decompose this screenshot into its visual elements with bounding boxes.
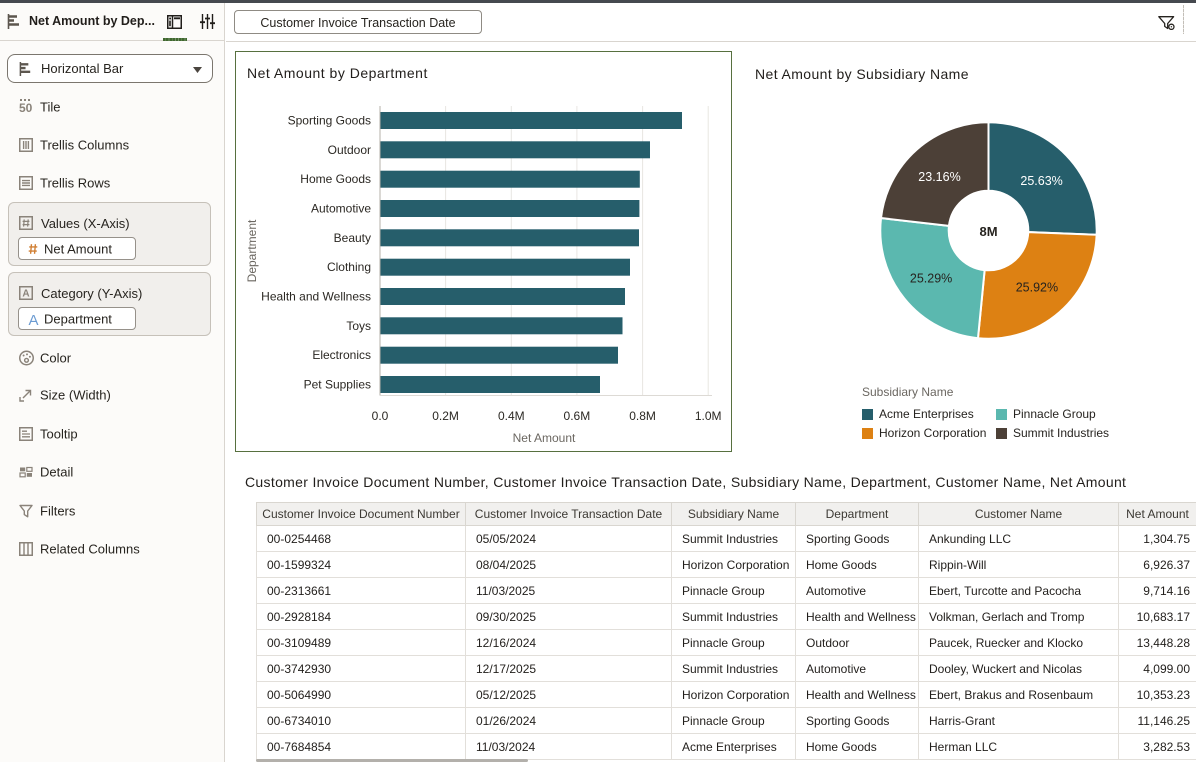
- svg-text:Beauty: Beauty: [334, 231, 371, 245]
- svg-text:Health and Wellness: Health and Wellness: [261, 290, 371, 304]
- svg-text:Electronics: Electronics: [312, 348, 371, 362]
- svg-text:0.0: 0.0: [372, 409, 389, 423]
- svg-text:0.2M: 0.2M: [432, 409, 459, 423]
- svg-text:23.16%: 23.16%: [918, 170, 960, 184]
- svg-text:Home Goods: Home Goods: [300, 172, 371, 186]
- svg-text:25.63%: 25.63%: [1020, 174, 1062, 188]
- svg-text:Sporting Goods: Sporting Goods: [288, 114, 371, 128]
- svg-text:0.4M: 0.4M: [498, 409, 525, 423]
- svg-text:8M: 8M: [979, 224, 997, 239]
- svg-text:25.29%: 25.29%: [910, 271, 952, 285]
- svg-text:0.6M: 0.6M: [564, 409, 591, 423]
- svg-text:Clothing: Clothing: [327, 260, 371, 274]
- svg-text:A: A: [22, 289, 29, 300]
- svg-text:Department: Department: [245, 219, 259, 282]
- svg-text:1.0M: 1.0M: [695, 409, 722, 423]
- svg-text:Outdoor: Outdoor: [328, 143, 371, 157]
- svg-text:A: A: [28, 312, 38, 326]
- svg-text:25.92%: 25.92%: [1016, 281, 1058, 295]
- svg-text:Pet Supplies: Pet Supplies: [304, 378, 371, 392]
- svg-text:Automotive: Automotive: [311, 202, 371, 216]
- svg-text:Net Amount: Net Amount: [513, 431, 576, 445]
- svg-text:0.8M: 0.8M: [629, 409, 656, 423]
- svg-text:Toys: Toys: [346, 319, 371, 333]
- svg-text:Net Amount by Department: Net Amount by Department: [247, 65, 428, 81]
